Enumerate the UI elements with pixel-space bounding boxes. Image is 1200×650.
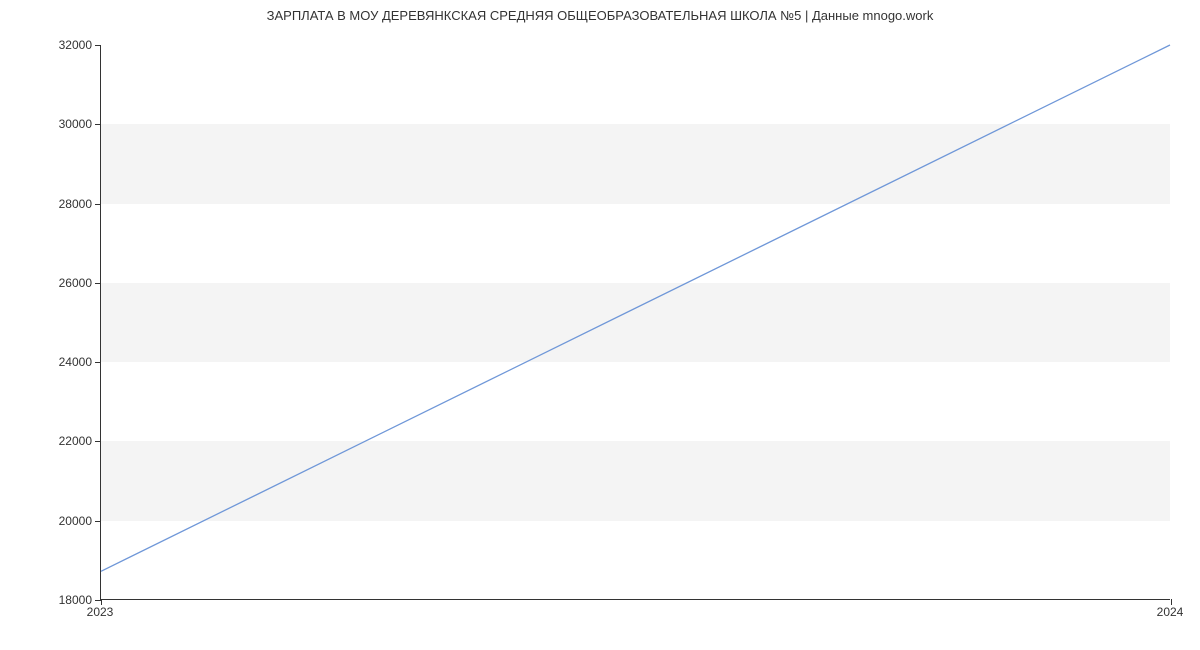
- y-axis-label: 30000: [59, 117, 92, 131]
- chart-title: ЗАРПЛАТА В МОУ ДЕРЕВЯНКСКАЯ СРЕДНЯЯ ОБЩЕ…: [0, 8, 1200, 23]
- y-axis-label: 26000: [59, 276, 92, 290]
- plot-area: [100, 45, 1170, 600]
- x-axis-label: 2023: [87, 605, 114, 619]
- y-axis-label: 24000: [59, 355, 92, 369]
- line-series: [101, 45, 1170, 599]
- y-axis-label: 20000: [59, 514, 92, 528]
- y-axis-label: 32000: [59, 38, 92, 52]
- y-axis-label: 22000: [59, 434, 92, 448]
- x-axis-label: 2024: [1157, 605, 1184, 619]
- y-axis-label: 28000: [59, 197, 92, 211]
